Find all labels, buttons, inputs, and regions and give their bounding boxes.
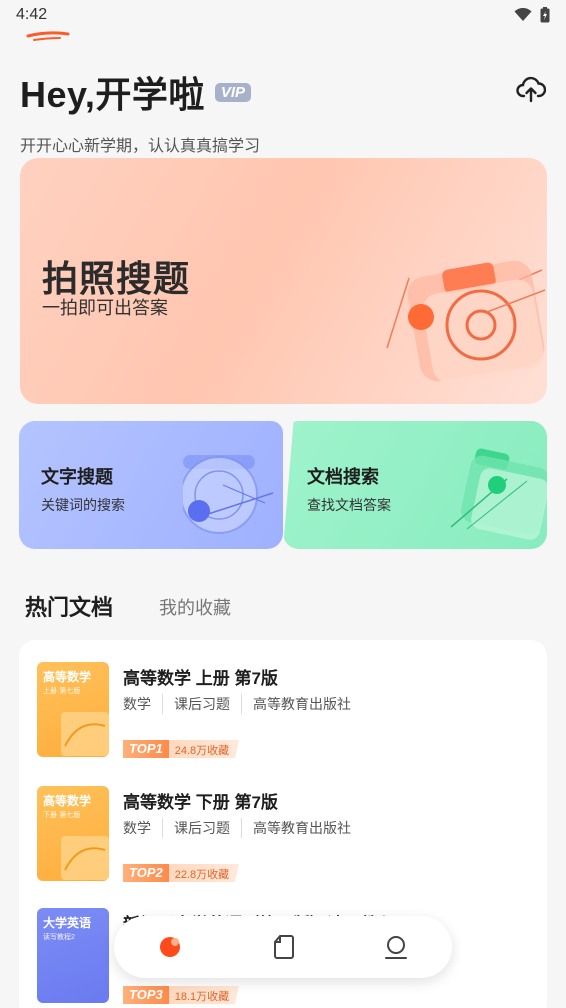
rank-badge: TOP2 22.8万收藏 bbox=[123, 864, 240, 882]
document-item-2[interactable]: 高等数学 下册·第七版 高等数学 下册 第7版 数学 课后习题 高等教育出版社 … bbox=[37, 786, 527, 896]
tab-hot-documents-label: 热门文档 bbox=[25, 595, 114, 620]
battery-icon bbox=[540, 7, 550, 23]
document-tags: 数学 课后习题 高等教育出版社 bbox=[123, 818, 362, 838]
rank-label: TOP1 bbox=[123, 740, 169, 758]
document-tabs: 热门文档 我的收藏 bbox=[25, 590, 231, 622]
cover-subtitle: 下册·第七版 bbox=[43, 812, 81, 819]
document-title: 高等数学 上册 第7版 bbox=[123, 669, 278, 688]
camera-icon bbox=[386, 260, 546, 383]
tab-my-favorites[interactable]: 我的收藏 bbox=[159, 594, 231, 622]
cover-subtitle: 读写教程2 bbox=[43, 934, 75, 941]
text-search-card[interactable]: 文字搜题 关键词的搜索 bbox=[19, 421, 283, 549]
tag-subject: 数学 bbox=[123, 820, 151, 836]
cover-title: 高等数学 bbox=[43, 670, 92, 684]
document-tags: 数学 课后习题 高等教育出版社 bbox=[123, 694, 362, 714]
greeting-title: Hey,开学啦 bbox=[20, 74, 205, 115]
text-search-subtitle: 关键词的搜索 bbox=[41, 497, 125, 513]
document-cover: 高等数学 下册·第七版 bbox=[37, 786, 109, 881]
favorites-count: 22.8万收藏 bbox=[168, 864, 240, 882]
rank-label: TOP3 bbox=[123, 986, 169, 1004]
magnifier-icon bbox=[183, 455, 274, 534]
nav-documents[interactable] bbox=[263, 927, 303, 967]
rank-badge: TOP3 18.1万收藏 bbox=[123, 986, 240, 1004]
document-cover: 大学英语 读写教程2 bbox=[37, 908, 109, 1003]
folder-icon bbox=[450, 448, 547, 540]
cloud-upload-icon[interactable] bbox=[516, 74, 546, 104]
bottom-navigation bbox=[114, 916, 452, 978]
cover-title: 高等数学 bbox=[43, 794, 92, 808]
document-search-title: 文档搜索 bbox=[307, 467, 379, 487]
tag-type: 课后习题 bbox=[162, 818, 241, 838]
wifi-icon bbox=[514, 8, 532, 21]
header: Hey,开学啦 VIP 开开心心新学期，认认真真搞学习 bbox=[20, 66, 546, 156]
header-subtitle: 开开心心新学期，认认真真搞学习 bbox=[20, 138, 261, 155]
tag-publisher: 高等教育出版社 bbox=[241, 818, 362, 838]
vip-badge[interactable]: VIP bbox=[214, 82, 252, 102]
favorites-count: 24.8万收藏 bbox=[168, 740, 240, 758]
favorites-count: 18.1万收藏 bbox=[168, 986, 240, 1004]
nav-profile[interactable] bbox=[376, 927, 416, 967]
nav-home[interactable] bbox=[150, 927, 190, 967]
cover-title: 大学英语 bbox=[43, 916, 92, 930]
tag-type: 课后习题 bbox=[162, 694, 241, 714]
status-bar: 4:42 bbox=[0, 0, 566, 30]
cover-graph-icon bbox=[61, 836, 109, 880]
banner-subtitle: 一拍即可出答案 bbox=[42, 298, 168, 318]
document-search-subtitle: 查找文档答案 bbox=[307, 497, 391, 513]
document-search-card[interactable]: 文档搜索 查找文档答案 bbox=[283, 421, 547, 549]
document-item-1[interactable]: 高等数学 上册·第七版 高等数学 上册 第7版 数学 课后习题 高等教育出版社 … bbox=[37, 662, 527, 772]
status-time: 4:42 bbox=[16, 6, 48, 23]
text-search-title: 文字搜题 bbox=[41, 467, 113, 487]
tab-hot-documents[interactable]: 热门文档 bbox=[25, 590, 113, 622]
rank-badge: TOP1 24.8万收藏 bbox=[123, 740, 240, 758]
document-icon bbox=[273, 935, 294, 959]
document-cover: 高等数学 上册·第七版 bbox=[37, 662, 109, 757]
tag-publisher: 高等教育出版社 bbox=[241, 694, 362, 714]
tag-subject: 数学 bbox=[123, 696, 151, 712]
home-icon bbox=[160, 937, 181, 957]
photo-search-banner[interactable]: 拍照搜题 一拍即可出答案 bbox=[20, 158, 547, 404]
profile-icon bbox=[384, 936, 407, 959]
active-tab-indicator bbox=[26, 31, 70, 41]
rank-label: TOP2 bbox=[123, 864, 169, 882]
cover-subtitle: 上册·第七版 bbox=[43, 688, 81, 695]
cover-graph-icon bbox=[61, 712, 109, 756]
document-title: 高等数学 下册 第7版 bbox=[123, 793, 278, 812]
